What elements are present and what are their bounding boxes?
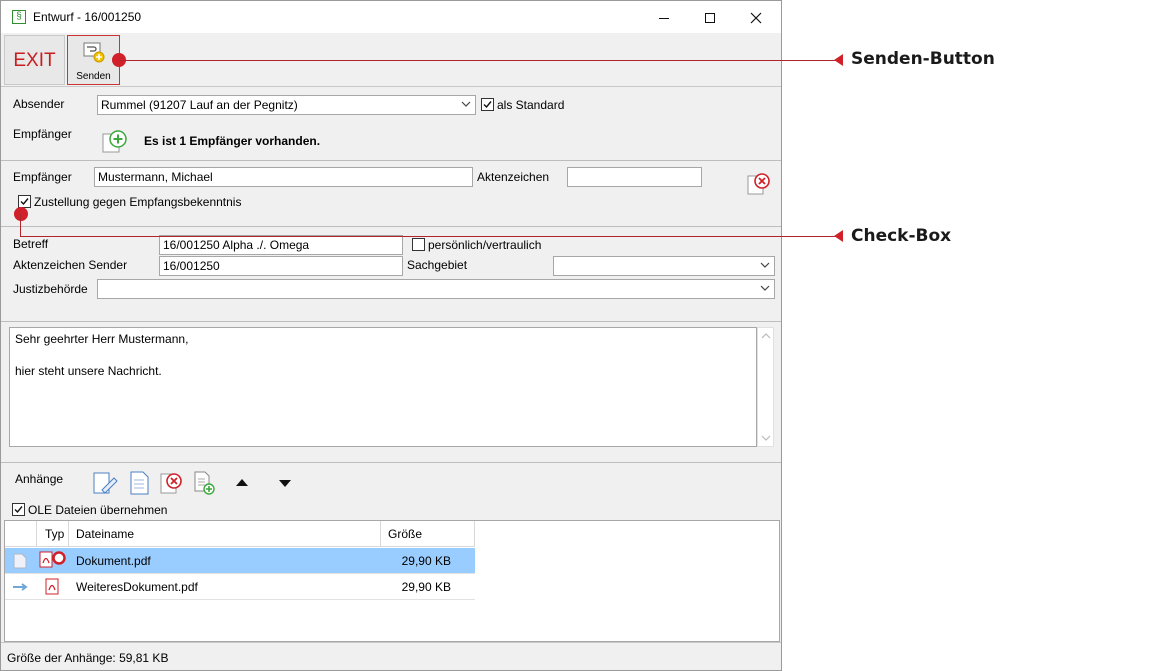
pdf-icon	[45, 578, 59, 595]
divider	[1, 321, 781, 322]
table-header-size[interactable]: Größe	[381, 521, 475, 547]
divider	[1, 160, 781, 161]
scroll-down-icon[interactable]	[761, 434, 771, 442]
message-scrollbar[interactable]	[757, 327, 774, 447]
ole-checkbox[interactable]	[12, 503, 25, 516]
sender-select-value: Rummel (91207 Lauf an der Pegnitz)	[101, 98, 298, 112]
table-row[interactable]: WeiteresDokument.pdf 29,90 KB	[5, 574, 475, 600]
pdf-signed-icon	[39, 551, 66, 568]
sender-ref-input[interactable]: 16/001250	[159, 256, 403, 276]
app-icon: §	[12, 10, 26, 24]
table-header-cell	[5, 521, 37, 547]
exit-button[interactable]: EXIT	[4, 35, 65, 85]
annotation-arrow-icon	[834, 230, 843, 242]
annotation-line	[20, 236, 837, 237]
checkmark-icon	[20, 198, 29, 206]
close-button[interactable]	[733, 1, 779, 33]
confidential-checkbox[interactable]	[412, 238, 425, 251]
divider	[1, 226, 781, 227]
draft-window: § Entwurf - 16/001250 EXIT Senden Absend…	[0, 0, 782, 671]
ole-label: OLE Dateien übernehmen	[28, 503, 168, 517]
maximize-button[interactable]	[687, 1, 733, 33]
attachments-table: Typ Dateiname Größe Dokument.pdf 29,90 K…	[4, 520, 780, 642]
move-down-icon[interactable]	[278, 479, 292, 489]
subject-area-select[interactable]	[553, 256, 775, 276]
message-line: Sehr geehrter Herr Mustermann,	[15, 332, 189, 346]
send-button-label: Senden	[76, 71, 111, 82]
message-line	[15, 347, 751, 363]
standard-checkbox[interactable]	[481, 98, 494, 111]
scroll-up-icon[interactable]	[761, 332, 771, 340]
authority-label: Justizbehörde	[13, 282, 88, 296]
attachments-label: Anhänge	[15, 472, 64, 486]
divider	[1, 462, 781, 463]
subject-input[interactable]: 16/001250 Alpha ./. Omega	[159, 235, 403, 255]
file-ref-input[interactable]	[567, 167, 702, 187]
file-ref-label: Aktenzeichen	[477, 170, 550, 184]
recipients-label: Empfänger	[13, 127, 72, 141]
delete-attachment-icon[interactable]	[159, 470, 185, 496]
close-icon	[750, 12, 762, 24]
recipient-input[interactable]: Mustermann, Michael	[94, 167, 473, 187]
standard-label: als Standard	[497, 98, 565, 112]
subject-label: Betreff	[13, 237, 49, 251]
chevron-down-icon	[461, 101, 471, 107]
filename-cell: WeiteresDokument.pdf	[76, 580, 198, 594]
delivery-confirmation-label: Zustellung gegen Empfangsbekenntnis	[34, 195, 242, 209]
sender-label: Absender	[13, 97, 65, 111]
size-cell: 29,90 KB	[401, 580, 451, 594]
send-mail-icon	[83, 42, 105, 63]
maximize-icon	[705, 13, 715, 24]
annotation-line	[119, 60, 837, 61]
sender-ref-label: Aktenzeichen Sender	[13, 258, 128, 272]
sender-select[interactable]: Rummel (91207 Lauf an der Pegnitz)	[97, 95, 476, 115]
document-icon	[13, 553, 27, 569]
table-header-filename[interactable]: Dateiname	[69, 521, 381, 547]
size-cell: 29,90 KB	[401, 554, 451, 568]
attachments-size-status: Größe der Anhänge: 59,81 KB	[7, 651, 169, 665]
filename-cell: Dokument.pdf	[76, 554, 151, 568]
window-title: Entwurf - 16/001250	[33, 10, 142, 24]
recipient-label: Empfänger	[13, 170, 72, 184]
checkmark-icon	[14, 506, 23, 514]
minimize-icon	[659, 17, 669, 19]
table-header-type[interactable]: Typ	[37, 521, 69, 547]
add-recipient-icon[interactable]	[101, 128, 129, 156]
recipients-info: Es ist 1 Empfänger vorhanden.	[144, 134, 321, 148]
table-row[interactable]: Dokument.pdf 29,90 KB	[5, 548, 475, 574]
new-attachment-icon[interactable]	[128, 470, 152, 496]
move-up-icon[interactable]	[235, 477, 249, 487]
minimize-button[interactable]	[641, 1, 687, 33]
authority-select[interactable]	[97, 279, 775, 299]
status-bar: Größe der Anhänge: 59,81 KB	[1, 642, 781, 670]
annotation-arrow-icon	[834, 54, 843, 66]
message-line: hier steht unsere Nachricht.	[15, 364, 162, 378]
edit-attachment-icon[interactable]	[92, 470, 120, 496]
confidential-label: persönlich/vertraulich	[428, 238, 542, 252]
remove-recipient-icon[interactable]	[746, 172, 772, 196]
annotation-send-button: Senden-Button	[851, 49, 995, 69]
message-textarea[interactable]: Sehr geehrter Herr Mustermann, hier steh…	[9, 327, 757, 447]
add-file-icon[interactable]	[192, 470, 216, 496]
chevron-down-icon	[760, 262, 770, 268]
subject-area-label: Sachgebiet	[407, 258, 468, 272]
annotation-checkbox: Check-Box	[851, 226, 952, 246]
checkmark-icon	[483, 101, 492, 109]
annotation-line	[20, 214, 21, 237]
chevron-down-icon	[760, 285, 770, 291]
title-bar: § Entwurf - 16/001250	[1, 1, 781, 33]
attachment-link-icon	[13, 583, 28, 591]
annotation-dot	[14, 207, 28, 221]
